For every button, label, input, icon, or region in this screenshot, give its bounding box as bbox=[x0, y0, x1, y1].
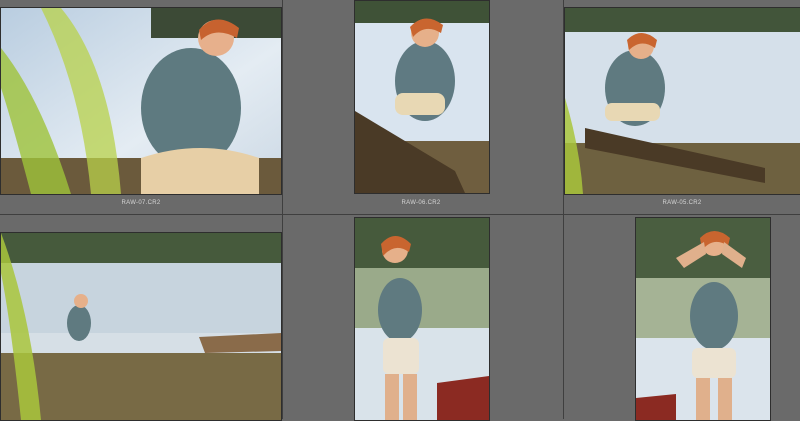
photo-thumbnail[interactable] bbox=[564, 7, 800, 195]
filename-label: RAW-06.CR2 bbox=[401, 200, 441, 206]
filename-label: RAW-05.CR2 bbox=[662, 200, 702, 206]
grid-cell-4[interactable] bbox=[0, 215, 282, 421]
photo-thumbnail[interactable] bbox=[354, 217, 490, 421]
grid-cell-3[interactable]: RAW-05.CR2 bbox=[564, 0, 800, 214]
photo-thumbnail[interactable] bbox=[354, 0, 490, 194]
photo-thumbnail[interactable] bbox=[635, 217, 771, 421]
grid-cell-1[interactable]: RAW-07.CR2 bbox=[0, 0, 282, 214]
grid-cell-2[interactable]: RAW-06.CR2 bbox=[283, 0, 563, 214]
photo-thumbnail[interactable] bbox=[0, 7, 282, 195]
grid-cell-6[interactable] bbox=[564, 215, 800, 421]
grid-cell-5[interactable] bbox=[283, 215, 563, 421]
filename-label: RAW-07.CR2 bbox=[121, 200, 161, 206]
photo-thumbnail[interactable] bbox=[0, 232, 282, 421]
thumbnail-grid: RAW-07.CR2 RAW-06.CR2 RAW-05.CR2 bbox=[0, 0, 800, 421]
